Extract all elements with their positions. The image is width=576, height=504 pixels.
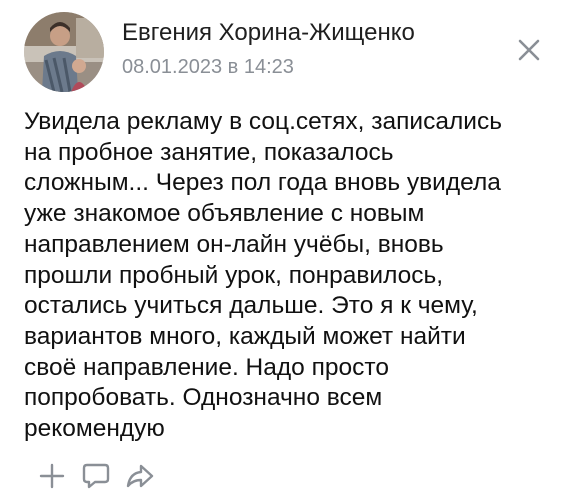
post-actions: [34, 456, 166, 496]
comment-button[interactable]: [78, 458, 114, 494]
author-name[interactable]: Евгения Хорина-Жищенко: [122, 18, 415, 48]
close-icon: [518, 39, 540, 61]
share-icon: [126, 464, 154, 488]
avatar-photo: [24, 12, 104, 92]
plus-icon: [39, 463, 65, 489]
share-button[interactable]: [122, 458, 158, 494]
add-button[interactable]: [34, 458, 70, 494]
comment-icon: [82, 463, 110, 489]
post-text: Увидела рекламу в соц.сетях, записались …: [24, 108, 502, 443]
avatar[interactable]: [24, 12, 104, 92]
post-card: Евгения Хорина-Жищенко 08.01.2023 в 14:2…: [0, 0, 576, 504]
post-date[interactable]: 08.01.2023 в 14:23: [122, 54, 294, 80]
close-button[interactable]: [515, 36, 543, 64]
